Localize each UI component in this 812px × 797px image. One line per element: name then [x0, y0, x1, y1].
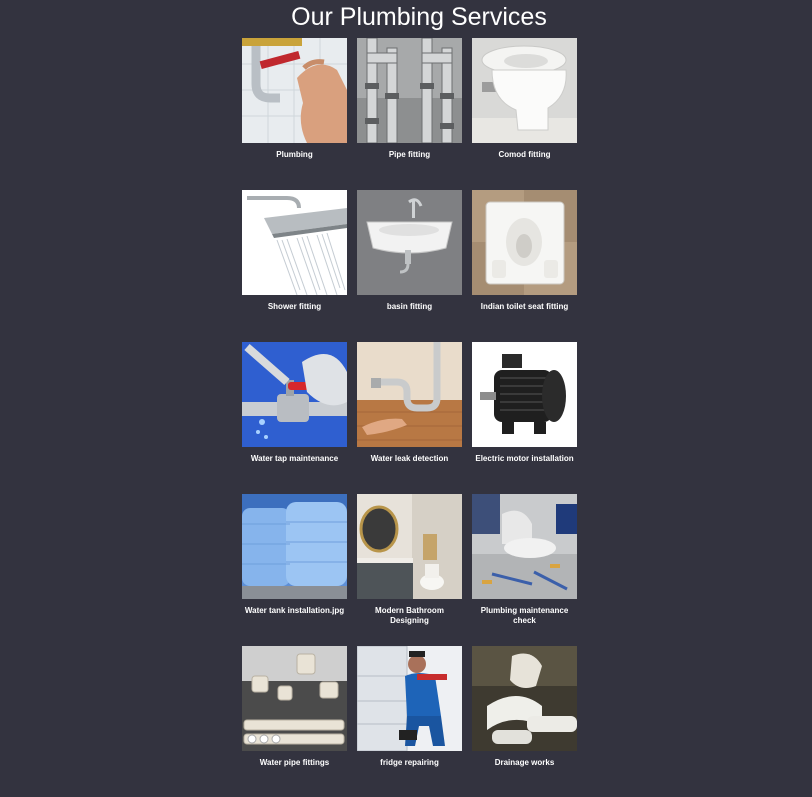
- electric-motor-image[interactable]: [472, 342, 577, 447]
- fridge-repair-image[interactable]: [357, 646, 462, 751]
- page-title: Our Plumbing Services: [291, 3, 547, 31]
- service-card-indian-toilet[interactable]: Indian toilet seat fitting: [472, 190, 577, 342]
- service-label: basin fitting: [386, 302, 433, 311]
- pipe-fitting-image[interactable]: [357, 38, 462, 143]
- service-card-bathroom-design[interactable]: Modern Bathroom Designing: [357, 494, 462, 646]
- service-label: Pipe fitting: [388, 150, 431, 159]
- water-tap-image[interactable]: [242, 342, 347, 447]
- plumbing-check-image[interactable]: [472, 494, 577, 599]
- indian-toilet-image[interactable]: [472, 190, 577, 295]
- service-label: Water tap maintenance: [250, 454, 339, 463]
- service-card-drainage[interactable]: Drainage works: [472, 646, 577, 797]
- plumbing-image[interactable]: [242, 38, 347, 143]
- service-card-plumbing[interactable]: Plumbing: [242, 38, 347, 190]
- service-card-plumbing-check[interactable]: Plumbing maintenance check: [472, 494, 577, 646]
- service-card-basin-fitting[interactable]: basin fitting: [357, 190, 462, 342]
- service-label: Plumbing: [276, 150, 313, 159]
- service-card-water-tap[interactable]: Water tap maintenance: [242, 342, 347, 494]
- service-card-electric-motor[interactable]: Electric motor installation: [472, 342, 577, 494]
- service-label: Indian toilet seat fitting: [480, 302, 569, 311]
- service-card-pipe-fittings[interactable]: Water pipe fittings: [242, 646, 347, 797]
- service-label: Water pipe fittings: [259, 758, 330, 767]
- basin-fitting-image[interactable]: [357, 190, 462, 295]
- service-label: Modern Bathroom Designing: [375, 606, 444, 625]
- service-label: Water leak detection: [370, 454, 449, 463]
- service-label: Plumbing maintenance check: [480, 606, 569, 625]
- service-label: fridge repairing: [380, 758, 439, 767]
- service-label: Shower fitting: [267, 302, 322, 311]
- pipe-fittings-image[interactable]: [242, 646, 347, 751]
- service-card-comod-fitting[interactable]: Comod fitting: [472, 38, 577, 190]
- drainage-image[interactable]: [472, 646, 577, 751]
- water-tank-image[interactable]: [242, 494, 347, 599]
- service-card-water-leak[interactable]: Water leak detection: [357, 342, 462, 494]
- service-card-water-tank[interactable]: Water tank installation.jpg: [242, 494, 347, 646]
- bathroom-design-image[interactable]: [357, 494, 462, 599]
- service-label: Drainage works: [494, 758, 555, 767]
- service-card-shower-fitting[interactable]: Shower fitting: [242, 190, 347, 342]
- service-card-pipe-fitting[interactable]: Pipe fitting: [357, 38, 462, 190]
- services-grid: Plumbing Pipe fitting Comod fitting Show…: [242, 38, 578, 797]
- water-leak-image[interactable]: [357, 342, 462, 447]
- comod-fitting-image[interactable]: [472, 38, 577, 143]
- service-label: Electric motor installation: [475, 454, 574, 463]
- shower-fitting-image[interactable]: [242, 190, 347, 295]
- services-page: Our Plumbing Services Plumbing Pipe fitt…: [0, 0, 812, 797]
- service-label: Water tank installation.jpg: [244, 606, 345, 615]
- service-card-fridge-repair[interactable]: fridge repairing: [357, 646, 462, 797]
- service-label: Comod fitting: [498, 150, 551, 159]
